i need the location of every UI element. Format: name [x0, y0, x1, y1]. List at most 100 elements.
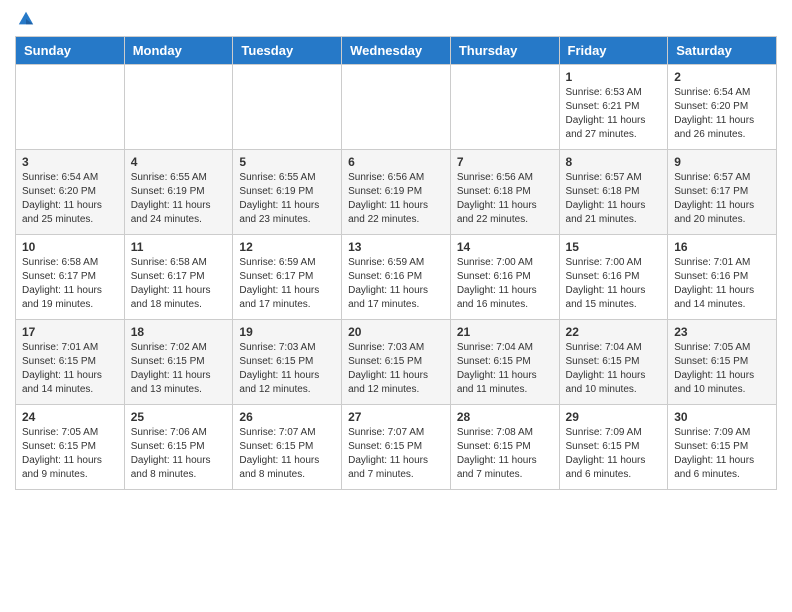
calendar-cell: 23 Sunrise: 7:05 AMSunset: 6:15 PMDayligh… [668, 320, 777, 405]
calendar-cell: 8Sunrise: 6:57 AMSunset: 6:18 PMDaylight… [559, 150, 668, 235]
day-number: 11 [131, 240, 227, 254]
day-number: 5 [239, 155, 335, 169]
calendar-cell [233, 65, 342, 150]
day-info: Sunrise: 6:55 AMSunset: 6:19 PMDaylight:… [131, 171, 227, 227]
day-number: 22 [566, 325, 662, 339]
day-info: Sunrise: 7:09 AMSunset: 6:15 PMDaylight:… [566, 426, 662, 482]
day-number: 14 [457, 240, 553, 254]
calendar-cell: 6 Sunrise: 6:56 AMSunset: 6:19 PMDaylight… [342, 150, 451, 235]
day-number: 6 [348, 155, 444, 169]
calendar-cell: 2 Sunrise: 6:54 AMSunset: 6:20 PMDaylight… [668, 65, 777, 150]
day-number: 27 [348, 410, 444, 424]
calendar-week-row: 24 Sunrise: 7:05 AMSunset: 6:15 PMDayligh… [16, 405, 777, 490]
weekday-header-monday: Monday [124, 37, 233, 65]
day-info: Sunrise: 6:53 AMSunset: 6:21 PMDaylight:… [566, 86, 662, 142]
day-number: 16 [674, 240, 770, 254]
day-number: 26 [239, 410, 335, 424]
weekday-header-sunday: Sunday [16, 37, 125, 65]
day-number: 2 [674, 70, 770, 84]
day-info: Sunrise: 7:08 AMSunset: 6:15 PMDaylight:… [457, 426, 553, 482]
calendar-week-row: 17 Sunrise: 7:01 AMSunset: 6:15 PMDayligh… [16, 320, 777, 405]
day-info: Sunrise: 7:02 AMSunset: 6:15 PMDaylight:… [131, 341, 227, 397]
day-info: Sunrise: 7:04 AMSunset: 6:15 PMDaylight:… [566, 341, 662, 397]
weekday-header-tuesday: Tuesday [233, 37, 342, 65]
calendar-cell [16, 65, 125, 150]
calendar-cell: 19 Sunrise: 7:03 AMSunset: 6:15 PMDayligh… [233, 320, 342, 405]
day-number: 17 [22, 325, 118, 339]
calendar-cell: 4 Sunrise: 6:55 AMSunset: 6:19 PMDaylight… [124, 150, 233, 235]
day-info: Sunrise: 7:03 AMSunset: 6:15 PMDaylight:… [348, 341, 444, 397]
day-info: Sunrise: 7:07 AMSunset: 6:15 PMDaylight:… [348, 426, 444, 482]
calendar-cell: 26 Sunrise: 7:07 AMSunset: 6:15 PMDayligh… [233, 405, 342, 490]
calendar-cell: 17 Sunrise: 7:01 AMSunset: 6:15 PMDayligh… [16, 320, 125, 405]
day-info: Sunrise: 7:04 AMSunset: 6:15 PMDaylight:… [457, 341, 553, 397]
day-number: 21 [457, 325, 553, 339]
day-info: Sunrise: 7:01 AMSunset: 6:15 PMDaylight:… [22, 341, 118, 397]
day-info: Sunrise: 7:03 AMSunset: 6:15 PMDaylight:… [239, 341, 335, 397]
calendar-cell: 25 Sunrise: 7:06 AMSunset: 6:15 PMDayligh… [124, 405, 233, 490]
header [15, 10, 777, 28]
day-number: 19 [239, 325, 335, 339]
calendar-cell: 1 Sunrise: 6:53 AMSunset: 6:21 PMDaylight… [559, 65, 668, 150]
calendar-cell: 27 Sunrise: 7:07 AMSunset: 6:15 PMDayligh… [342, 405, 451, 490]
calendar-cell: 5 Sunrise: 6:55 AMSunset: 6:19 PMDaylight… [233, 150, 342, 235]
day-number: 4 [131, 155, 227, 169]
day-number: 1 [566, 70, 662, 84]
day-info: Sunrise: 6:54 AMSunset: 6:20 PMDaylight:… [22, 171, 118, 227]
calendar-cell [450, 65, 559, 150]
day-number: 24 [22, 410, 118, 424]
day-number: 20 [348, 325, 444, 339]
day-info: Sunrise: 7:05 AMSunset: 6:15 PMDaylight:… [674, 341, 770, 397]
calendar-cell: 29 Sunrise: 7:09 AMSunset: 6:15 PMDayligh… [559, 405, 668, 490]
calendar-cell: 9 Sunrise: 6:57 AMSunset: 6:17 PMDaylight… [668, 150, 777, 235]
day-info: Sunrise: 6:58 AMSunset: 6:17 PMDaylight:… [22, 256, 118, 312]
calendar-cell: 11Sunrise: 6:58 AMSunset: 6:17 PMDayligh… [124, 235, 233, 320]
day-info: Sunrise: 7:07 AMSunset: 6:15 PMDaylight:… [239, 426, 335, 482]
calendar-cell: 30 Sunrise: 7:09 AMSunset: 6:15 PMDayligh… [668, 405, 777, 490]
day-info: Sunrise: 6:54 AMSunset: 6:20 PMDaylight:… [674, 86, 770, 142]
day-info: Sunrise: 6:56 AMSunset: 6:19 PMDaylight:… [348, 171, 444, 227]
day-number: 28 [457, 410, 553, 424]
page: SundayMondayTuesdayWednesdayThursdayFrid… [0, 0, 792, 505]
day-info: Sunrise: 7:09 AMSunset: 6:15 PMDaylight:… [674, 426, 770, 482]
calendar-cell: 10 Sunrise: 6:58 AMSunset: 6:17 PMDayligh… [16, 235, 125, 320]
calendar-cell [124, 65, 233, 150]
weekday-header-friday: Friday [559, 37, 668, 65]
day-number: 10 [22, 240, 118, 254]
day-info: Sunrise: 7:00 AMSunset: 6:16 PMDaylight:… [457, 256, 553, 312]
calendar-cell: 22 Sunrise: 7:04 AMSunset: 6:15 PMDayligh… [559, 320, 668, 405]
day-number: 29 [566, 410, 662, 424]
weekday-header-wednesday: Wednesday [342, 37, 451, 65]
day-info: Sunrise: 6:55 AMSunset: 6:19 PMDaylight:… [239, 171, 335, 227]
calendar-cell: 13Sunrise: 6:59 AMSunset: 6:16 PMDayligh… [342, 235, 451, 320]
weekday-header-thursday: Thursday [450, 37, 559, 65]
weekday-header-row: SundayMondayTuesdayWednesdayThursdayFrid… [16, 37, 777, 65]
day-info: Sunrise: 7:06 AMSunset: 6:15 PMDaylight:… [131, 426, 227, 482]
calendar-cell: 14 Sunrise: 7:00 AMSunset: 6:16 PMDayligh… [450, 235, 559, 320]
day-number: 3 [22, 155, 118, 169]
day-number: 18 [131, 325, 227, 339]
logo-icon [17, 10, 35, 28]
day-info: Sunrise: 7:01 AMSunset: 6:16 PMDaylight:… [674, 256, 770, 312]
weekday-header-saturday: Saturday [668, 37, 777, 65]
calendar-table: SundayMondayTuesdayWednesdayThursdayFrid… [15, 36, 777, 490]
calendar-week-row: 10 Sunrise: 6:58 AMSunset: 6:17 PMDayligh… [16, 235, 777, 320]
day-number: 23 [674, 325, 770, 339]
day-info: Sunrise: 7:00 AMSunset: 6:16 PMDaylight:… [566, 256, 662, 312]
calendar-cell: 16 Sunrise: 7:01 AMSunset: 6:16 PMDayligh… [668, 235, 777, 320]
day-number: 15 [566, 240, 662, 254]
calendar-cell: 7Sunrise: 6:56 AMSunset: 6:18 PMDaylight… [450, 150, 559, 235]
logo [15, 10, 35, 28]
day-number: 8 [566, 155, 662, 169]
day-info: Sunrise: 6:59 AMSunset: 6:16 PMDaylight:… [348, 256, 444, 312]
day-number: 30 [674, 410, 770, 424]
day-number: 25 [131, 410, 227, 424]
day-number: 9 [674, 155, 770, 169]
calendar-cell: 20 Sunrise: 7:03 AMSunset: 6:15 PMDayligh… [342, 320, 451, 405]
day-info: Sunrise: 7:05 AMSunset: 6:15 PMDaylight:… [22, 426, 118, 482]
calendar-cell: 24 Sunrise: 7:05 AMSunset: 6:15 PMDayligh… [16, 405, 125, 490]
day-info: Sunrise: 6:59 AMSunset: 6:17 PMDaylight:… [239, 256, 335, 312]
day-number: 7 [457, 155, 553, 169]
day-number: 12 [239, 240, 335, 254]
day-info: Sunrise: 6:57 AMSunset: 6:17 PMDaylight:… [674, 171, 770, 227]
